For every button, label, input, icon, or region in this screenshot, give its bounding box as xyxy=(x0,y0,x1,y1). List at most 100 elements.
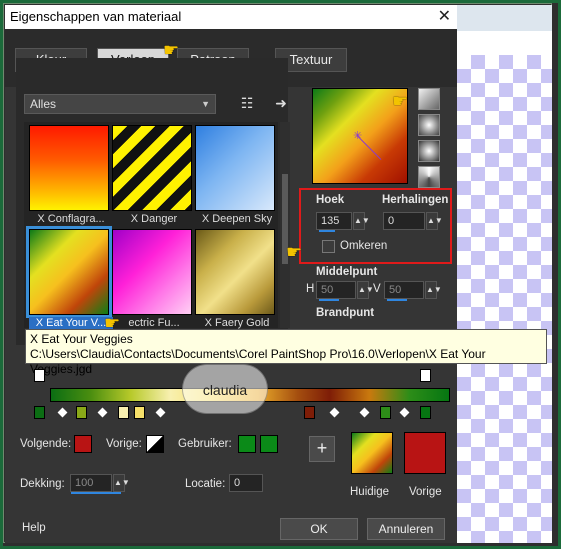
hoek-input[interactable]: 135 xyxy=(316,212,352,232)
dekking-slider-fill xyxy=(71,492,121,494)
v-input[interactable]: 50 xyxy=(384,281,424,301)
pointer-hand-icon: ☛ xyxy=(392,91,409,111)
midpoint-marker[interactable] xyxy=(359,407,370,418)
midpoint-marker[interactable] xyxy=(329,407,340,418)
gradient-thumb-deepen-sky[interactable]: X Deepen Sky xyxy=(195,125,275,225)
gradient-thumb-label: X Conflagra... xyxy=(37,213,105,225)
add-to-library-button[interactable]: + xyxy=(309,436,335,462)
watermark-text: claudia xyxy=(202,382,248,398)
linear-style-button[interactable] xyxy=(418,88,440,110)
window-title: Eigenschappen van materiaal xyxy=(10,9,182,24)
vorige-label: Vorige: xyxy=(106,438,142,450)
gradient-thumb-label: X Deepen Sky xyxy=(201,213,273,225)
gradient-swatch xyxy=(29,125,109,211)
canvas-ruler xyxy=(457,5,552,31)
opacity-stop-end[interactable] xyxy=(420,369,431,382)
ok-button[interactable]: OK xyxy=(280,518,358,540)
middelpunt-label: Middelpunt xyxy=(316,266,378,278)
dekking-stepper[interactable]: ▲▼ xyxy=(113,474,130,492)
gebruiker-swatch-2[interactable] xyxy=(260,435,278,453)
color-stop[interactable] xyxy=(380,406,391,419)
gradient-tooltip: X Eat Your Veggies C:\Users\Claudia\Cont… xyxy=(25,329,547,376)
color-stop[interactable] xyxy=(134,406,145,419)
category-value: Alles xyxy=(30,97,57,111)
color-stop[interactable] xyxy=(34,406,45,419)
sunburst-style-button[interactable] xyxy=(418,140,440,162)
color-stop[interactable] xyxy=(76,406,87,419)
chevron-down-icon: ▼ xyxy=(201,99,210,109)
gradient-thumb-faery-gold[interactable]: X Faery Gold xyxy=(195,229,275,329)
huidige-label: Huidige xyxy=(350,486,389,498)
arrow-right-icon[interactable]: ➜ xyxy=(272,94,290,112)
gebruiker-swatch-1[interactable] xyxy=(238,435,256,453)
title-bar: Eigenschappen van materiaal ✕ xyxy=(5,5,457,29)
color-stop[interactable] xyxy=(420,406,431,419)
h-label: H xyxy=(306,283,315,295)
vorige-swatch-small[interactable] xyxy=(146,435,164,453)
angle-handle-icon[interactable]: ✳ xyxy=(353,129,362,142)
pointer-hand-icon: ☛ xyxy=(286,242,303,262)
gradient-thumb-danger[interactable]: X Danger xyxy=(112,125,192,225)
dekking-value: 100 xyxy=(75,477,94,489)
brandpunt-label: Brandpunt xyxy=(316,307,375,319)
v-slider-fill xyxy=(387,299,407,301)
library-menu-icon[interactable]: ☷ xyxy=(238,94,256,112)
midpoint-marker[interactable] xyxy=(399,407,410,418)
tooltip-name: X Eat Your Veggies xyxy=(30,332,133,346)
close-icon[interactable]: ✕ xyxy=(438,5,451,29)
help-link[interactable]: Help xyxy=(22,522,46,534)
gradient-thumb-conflagration[interactable]: X Conflagra... xyxy=(29,125,109,225)
gradient-thumb-label: X Faery Gold xyxy=(204,317,270,329)
locatie-label: Locatie: xyxy=(185,478,226,490)
volgende-swatch[interactable] xyxy=(74,435,92,453)
color-stop[interactable] xyxy=(118,406,129,419)
gradient-swatch xyxy=(112,229,192,315)
huidige-swatch[interactable] xyxy=(351,432,393,474)
hoek-slider-fill xyxy=(319,230,335,232)
h-slider-fill xyxy=(319,299,339,301)
herhalingen-label: Herhalingen xyxy=(382,194,449,206)
v-label: V xyxy=(373,283,381,295)
midpoint-marker[interactable] xyxy=(155,407,166,418)
color-stop[interactable] xyxy=(304,406,315,419)
gradient-thumb-label: X Danger xyxy=(130,213,178,225)
watermark-logo: claudia xyxy=(182,364,268,414)
hoek-label: Hoek xyxy=(316,194,345,206)
gradient-thumb-eat-your-veggies[interactable]: X Eat Your V... xyxy=(26,226,113,329)
annuleren-button[interactable]: Annuleren xyxy=(367,518,445,540)
locatie-input[interactable]: 0 xyxy=(229,474,263,492)
gradient-swatch xyxy=(112,125,192,211)
h-stepper[interactable]: ▲▼ xyxy=(357,281,374,299)
transparency-checkerboard xyxy=(457,55,552,543)
dekking-input[interactable]: 100 xyxy=(70,474,121,494)
midpoint-marker[interactable] xyxy=(57,407,68,418)
canvas-background xyxy=(457,5,552,543)
omkeren-label: Omkeren xyxy=(340,240,388,252)
rectangular-style-button[interactable] xyxy=(418,114,440,136)
h-value: 50 xyxy=(321,284,334,296)
locatie-value: 0 xyxy=(234,477,241,489)
pointer-hand-icon: ☛ xyxy=(163,40,180,60)
opacity-stop-start[interactable] xyxy=(34,369,45,382)
radial-style-button[interactable] xyxy=(418,166,440,188)
vorige-swatch[interactable] xyxy=(404,432,446,474)
dekking-label: Dekking: xyxy=(20,478,65,490)
volgende-label: Volgende: xyxy=(20,438,72,450)
gradient-swatch xyxy=(195,125,275,211)
omkeren-checkbox[interactable] xyxy=(322,240,335,253)
herhalingen-input[interactable]: 0 xyxy=(383,212,425,230)
gradient-swatch xyxy=(195,229,275,315)
category-select[interactable]: Alles ▼ xyxy=(24,94,216,114)
canvas-strip xyxy=(457,31,552,55)
h-input[interactable]: 50 xyxy=(316,281,356,301)
hoek-stepper[interactable]: ▲▼ xyxy=(353,212,370,230)
thumbnail-scrollbar[interactable] xyxy=(280,122,290,328)
v-stepper[interactable]: ▲▼ xyxy=(425,281,442,299)
gradient-thumb-electric-fuchsia[interactable]: ectric Fu... xyxy=(112,229,192,329)
hoek-value: 135 xyxy=(321,215,340,227)
v-value: 50 xyxy=(389,284,402,296)
herhalingen-value: 0 xyxy=(388,215,395,227)
herhalingen-stepper[interactable]: ▲▼ xyxy=(426,212,443,230)
gradient-thumb-label: X Eat Your V... xyxy=(29,317,113,329)
midpoint-marker[interactable] xyxy=(97,407,108,418)
